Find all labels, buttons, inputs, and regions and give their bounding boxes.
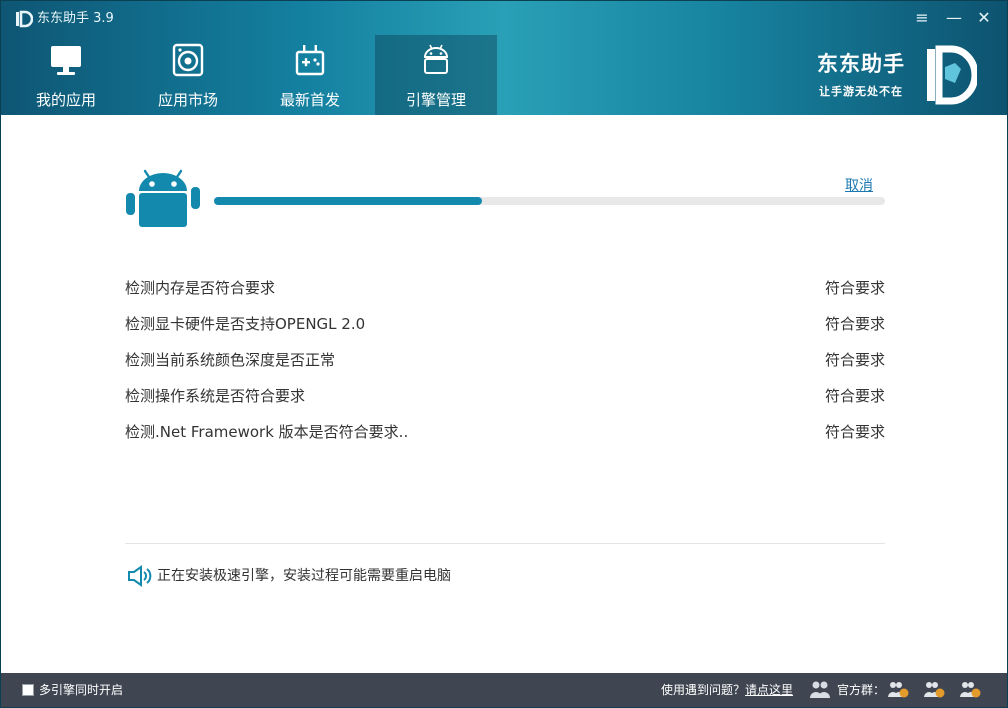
check-label: 检测.Net Framework 版本是否符合要求.. (125, 423, 409, 441)
qq-group-icon[interactable] (923, 679, 945, 699)
app-logo-icon (16, 10, 33, 28)
tab-label: 我的应用 (35, 91, 96, 109)
minimize-button[interactable]: — (943, 7, 965, 29)
check-row: 检测显卡硬件是否支持OPENGL 2.0 符合要求 (125, 313, 885, 335)
brand-slogan: 让手游无处不在 (819, 85, 903, 98)
status-bar: 多引擎同时开启 使用遇到问题？ 请点这里 官方群： (1, 673, 1007, 707)
check-label: 检测内存是否符合要求 (125, 279, 276, 297)
close-button[interactable]: ✕ (973, 7, 995, 29)
menu-button[interactable]: ≡ (911, 7, 933, 29)
tab-label: 引擎管理 (405, 91, 466, 109)
check-label: 检测显卡硬件是否支持OPENGL 2.0 (125, 315, 366, 333)
monitor-icon (51, 46, 81, 75)
tab-label: 最新首发 (279, 91, 340, 109)
help-link[interactable]: 请点这里 (745, 681, 793, 699)
check-row: 检测内存是否符合要求 符合要求 (125, 277, 885, 299)
check-label: 检测操作系统是否符合要求 (125, 387, 306, 405)
tab-my-apps[interactable]: 我的应用 (5, 35, 127, 115)
check-row: 检测操作系统是否符合要求 符合要求 (125, 385, 885, 407)
check-status: 符合要求 (824, 279, 885, 297)
install-progress-fill (214, 197, 483, 205)
users-icon (810, 681, 830, 698)
qq-group-icon[interactable] (959, 679, 981, 699)
check-row: 检测.Net Framework 版本是否符合要求.. 符合要求 (125, 421, 885, 443)
main-window: 东东助手 3.9 ≡ — ✕ 我的应用 应用市场 最新首发 引擎管理 东东助手 … (0, 0, 1008, 708)
app-title: 东东助手 3.9 (37, 11, 114, 26)
gamepad-icon (295, 45, 325, 76)
android-icon (423, 44, 449, 74)
divider (125, 543, 885, 544)
install-notice: 正在安装极速引擎，安装过程可能需要重启电脑 (157, 568, 451, 584)
brand-name: 东东助手 (817, 52, 905, 76)
android-robot-icon (126, 169, 200, 227)
title-bar: 东东助手 3.9 ≡ — ✕ (1, 1, 1007, 35)
check-status: 符合要求 (824, 351, 885, 369)
engine-install-panel: 取消 检测内存是否符合要求 符合要求 检测显卡硬件是否支持OPENGL 2.0 … (1, 115, 1007, 673)
tab-label: 应用市场 (157, 91, 218, 109)
install-progress-bar (214, 197, 885, 205)
brand-logo-icon (927, 45, 977, 105)
check-status: 符合要求 (824, 423, 885, 441)
cancel-link[interactable]: 取消 (845, 175, 873, 195)
check-status: 符合要求 (824, 315, 885, 333)
speaker-icon (128, 565, 152, 587)
tab-app-market[interactable]: 应用市场 (127, 35, 249, 115)
multi-engine-checkbox[interactable] (22, 684, 34, 696)
check-row: 检测当前系统颜色深度是否正常 符合要求 (125, 349, 885, 371)
tab-engine-management[interactable]: 引擎管理 (375, 35, 497, 115)
help-prompt: 使用遇到问题？ (661, 683, 746, 697)
qq-group-icon[interactable] (887, 679, 909, 699)
tab-new-releases[interactable]: 最新首发 (249, 35, 371, 115)
official-group-label: 官方群： (837, 683, 886, 697)
check-status: 符合要求 (824, 387, 885, 405)
multi-engine-label: 多引擎同时开启 (39, 683, 124, 697)
header: 东东助手 3.9 ≡ — ✕ 我的应用 应用市场 最新首发 引擎管理 东东助手 … (1, 1, 1007, 115)
store-camera-icon (172, 43, 204, 77)
check-label: 检测当前系统颜色深度是否正常 (125, 351, 336, 369)
